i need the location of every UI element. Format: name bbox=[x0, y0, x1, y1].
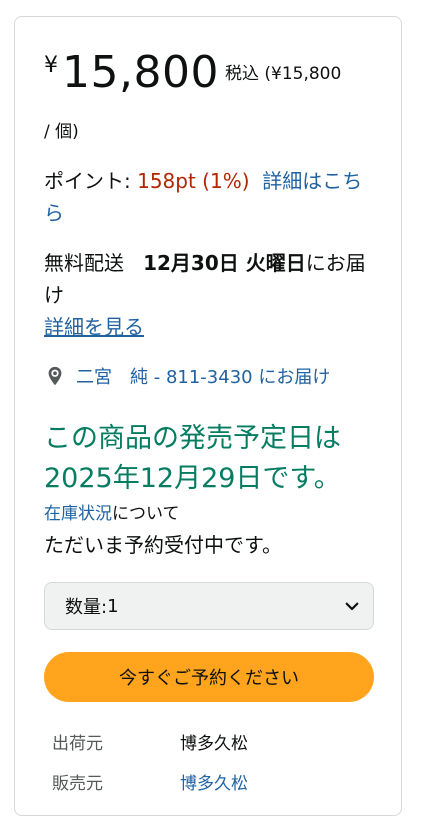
delivery-details-link[interactable]: 詳細を見る bbox=[44, 315, 144, 339]
price-amount: 15,800 bbox=[62, 47, 219, 98]
sold-by-row: 販売元 博多久松 bbox=[52, 769, 248, 794]
ships-from-label: 出荷元 bbox=[52, 734, 103, 754]
quantity-select[interactable]: 数量: 1 bbox=[44, 582, 374, 630]
price-row: ¥15,800 税込 (¥15,800 bbox=[44, 47, 341, 99]
stock-suffix: について bbox=[112, 504, 180, 524]
release-date-notice: この商品の発売予定日は2025年12月29日です。 bbox=[44, 423, 341, 494]
sold-by-link[interactable]: 博多久松 bbox=[180, 774, 248, 794]
price-per-unit: / 個) bbox=[44, 122, 79, 142]
ships-from-row: 出荷元 博多久松 bbox=[52, 729, 248, 754]
sold-by-label: 販売元 bbox=[52, 774, 103, 794]
delivery-prefix: 無料配送 bbox=[44, 251, 124, 275]
buy-box: ¥15,800 税込 (¥15,800 / 個) ポイント: 158pt (1%)… bbox=[14, 16, 402, 816]
currency-symbol: ¥ bbox=[44, 53, 58, 78]
location-pin-icon bbox=[48, 366, 62, 386]
quantity-label: 数量: bbox=[65, 597, 108, 618]
ships-from-value: 博多久松 bbox=[180, 734, 248, 754]
delivery-info: 無料配送 12月30日 火曜日にお届け 詳細を見る bbox=[44, 247, 374, 343]
delivery-address-link[interactable]: 二宮 純 - 811-3430 にお届け bbox=[44, 363, 330, 389]
availability-status: ただいま予約受付中です。 bbox=[44, 533, 282, 557]
tax-label: 税込 (¥15,800 bbox=[224, 64, 342, 84]
points-value: 158pt (1%) bbox=[137, 169, 250, 193]
quantity-value: 1 bbox=[107, 595, 119, 617]
points-info: ポイント: 158pt (1%) 詳細はこちら bbox=[44, 165, 374, 229]
points-label: ポイント: bbox=[44, 169, 138, 193]
delivery-address-text: 二宮 純 - 811-3430 にお届け bbox=[76, 367, 331, 388]
delivery-date: 12月30日 火曜日 bbox=[143, 251, 306, 275]
chevron-down-icon bbox=[345, 602, 359, 611]
stock-status-link[interactable]: 在庫状況 bbox=[44, 504, 112, 524]
stock-info: 在庫状況について bbox=[44, 501, 180, 527]
preorder-button[interactable]: 今すぐご予約ください bbox=[44, 652, 374, 702]
